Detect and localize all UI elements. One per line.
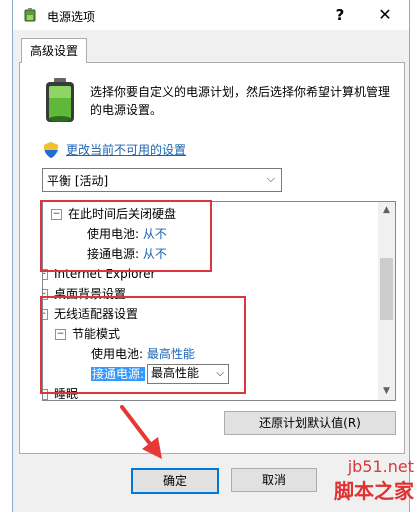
tree-item-hdd-off[interactable]: − 在此时间后关闭硬盘 xyxy=(51,204,176,224)
expand-icon[interactable]: + xyxy=(43,289,48,300)
setting-value[interactable]: 从不 xyxy=(143,227,167,241)
restore-plan-defaults-button[interactable]: 还原计划默认值(R) xyxy=(224,411,396,435)
battery-icon xyxy=(46,78,74,122)
help-button[interactable]: ? xyxy=(329,4,351,26)
power-plan-dropdown[interactable]: 平衡 [活动] ⌵ xyxy=(42,168,282,192)
chevron-down-icon: ⌵ xyxy=(216,368,224,379)
tree-item-power-saving-mode[interactable]: − 节能模式 xyxy=(55,324,120,344)
setting-value[interactable]: 最高性能 xyxy=(147,347,195,361)
watermark-site-name: 脚本之家 xyxy=(334,479,414,503)
tree-item-hdd-battery[interactable]: 使用电池: 从不 xyxy=(87,224,167,244)
scroll-down-arrow-icon[interactable]: ▼ xyxy=(378,383,395,400)
tree-item-sleep[interactable]: +睡眠 xyxy=(43,384,78,400)
tree-item-ps-battery[interactable]: 使用电池: 最高性能 xyxy=(91,344,195,364)
expand-icon[interactable]: + xyxy=(43,389,48,400)
tree-item-internet-explorer[interactable]: +Internet Explorer xyxy=(43,264,155,284)
advanced-settings-panel: 选择你要自定义的电源计划，然后选择你希望计算机管理的电源设置。 更改当前不可用的… xyxy=(19,62,405,454)
chevron-down-icon: ⌵ xyxy=(266,172,275,185)
uac-shield-icon xyxy=(44,142,58,158)
watermark-domain: jb51.net xyxy=(347,457,414,476)
tree-item-desktop-background[interactable]: +桌面背景设置 xyxy=(43,284,126,304)
close-button[interactable]: ✕ xyxy=(371,4,399,26)
annotation-arrow-icon xyxy=(120,405,162,459)
tree-item-ps-plugged[interactable]: 接通电源: 最高性能 ⌵ xyxy=(91,364,281,384)
power-options-dialog: 电源选项 ? ✕ 高级设置 选择你要自定义的电源计划，然后选择你希望计算机管理的… xyxy=(12,0,410,512)
tree-item-wireless-adapter[interactable]: −无线适配器设置 xyxy=(43,304,138,324)
setting-value[interactable]: 从不 xyxy=(143,247,167,261)
expand-icon[interactable]: + xyxy=(43,269,48,280)
scroll-up-arrow-icon[interactable]: ▲ xyxy=(378,202,395,219)
collapse-icon[interactable]: − xyxy=(55,329,66,340)
window-title: 电源选项 xyxy=(47,10,96,24)
change-unavailable-settings-link[interactable]: 更改当前不可用的设置 xyxy=(66,141,186,158)
ok-button[interactable]: 确定 xyxy=(131,468,219,494)
power-options-icon xyxy=(24,8,36,22)
tree-scrollbar[interactable]: ▲ ▼ xyxy=(378,202,395,400)
collapse-icon[interactable]: − xyxy=(43,309,48,320)
power-plan-value: 平衡 [活动] xyxy=(47,174,109,188)
description-text: 选择你要自定义的电源计划，然后选择你希望计算机管理的电源设置。 xyxy=(90,85,391,117)
scroll-thumb[interactable] xyxy=(380,258,393,320)
collapse-icon[interactable]: − xyxy=(51,209,62,220)
title-bar: 电源选项 ? ✕ xyxy=(13,0,409,30)
tree-item-hdd-plugged[interactable]: 接通电源: 从不 xyxy=(87,244,167,264)
tab-advanced-settings[interactable]: 高级设置 xyxy=(21,38,87,63)
plugged-in-mode-dropdown[interactable]: 最高性能 ⌵ xyxy=(147,364,229,384)
settings-tree[interactable]: −在此时间后关闭硬盘 使用电池: 从不 接通电源: 从不 +Internet E… xyxy=(42,201,396,401)
watermark: jb51.net 脚本之家 xyxy=(300,450,420,512)
